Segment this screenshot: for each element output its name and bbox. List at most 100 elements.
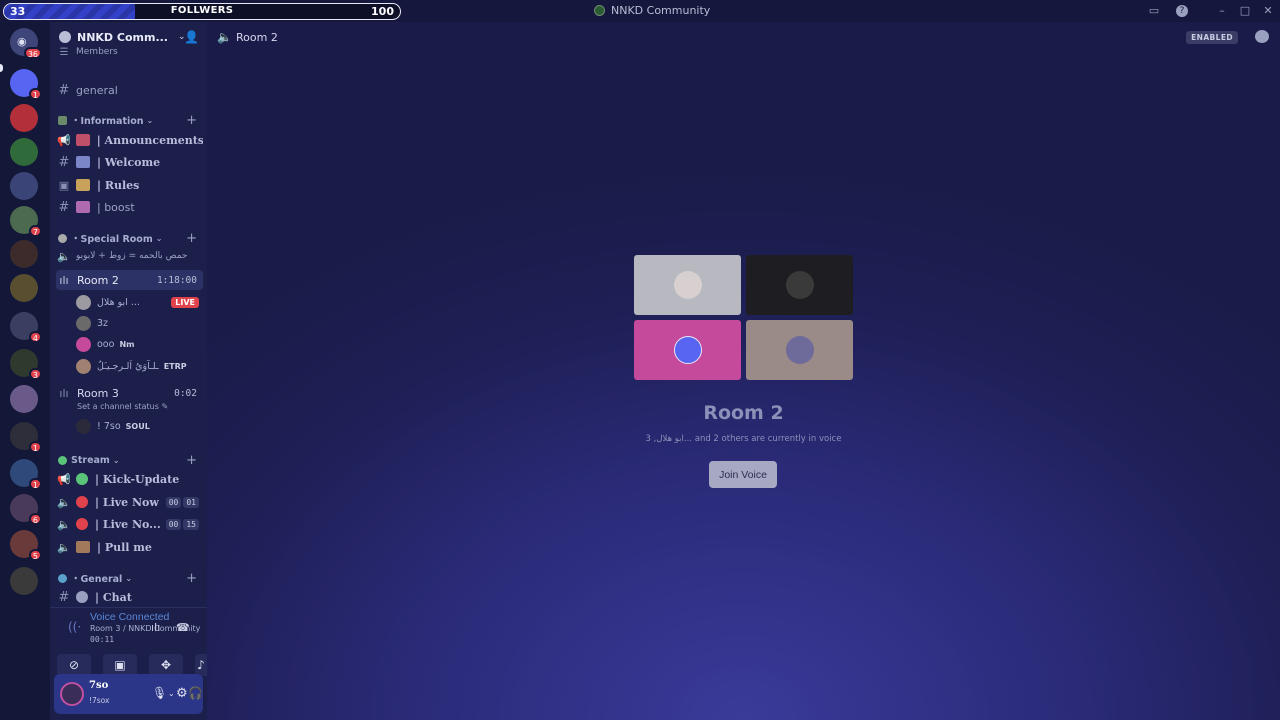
channel-welcome[interactable]: # | Welcome [56, 152, 203, 172]
screen-share-button[interactable]: ▣ [103, 654, 137, 676]
participant-tile-4[interactable] [746, 320, 853, 380]
speaker-icon: 🔈 [57, 517, 71, 531]
server-icon-10[interactable] [10, 385, 38, 413]
maximize-icon[interactable]: □ [1238, 4, 1252, 18]
channel-live-now-2[interactable]: 🔈 | Live No... 00 15 [56, 514, 203, 534]
channel-label: | Welcome [97, 155, 161, 169]
soundboard-icon: ♪ [197, 658, 205, 672]
hashtag-icon: # [58, 199, 70, 215]
guild-tag: SOUL [125, 421, 150, 431]
inbox-icon[interactable]: ▭ [1147, 4, 1161, 18]
screen-share-icon: ▣ [114, 658, 126, 672]
user-count-value: 00 [165, 518, 182, 530]
voice-user-name: ـلـآوَيُ اَلـرجـيـَلُ [97, 360, 159, 372]
voice-user[interactable]: 3z [76, 313, 201, 333]
user-avatar[interactable] [60, 682, 84, 706]
invite-people-icon[interactable]: 👤 [184, 30, 199, 44]
server-icon-14[interactable]: 5 [10, 530, 42, 561]
app-title: NNKD Community [594, 4, 710, 17]
participant-tile-2[interactable] [746, 255, 853, 315]
channel-emoji-icon [76, 518, 88, 530]
enabled-badge[interactable]: ENABLED [1186, 31, 1238, 44]
channel-sidebar: NNKD Comm... ⌄ 👤 ☰ Members # general ・In… [50, 22, 207, 720]
avatar [76, 336, 91, 352]
voice-user[interactable]: ـلـآوَيُ اَلـرجـيـَلُ ETRP [76, 356, 201, 376]
server-icon-6[interactable] [10, 240, 38, 268]
add-channel-icon[interactable]: + [186, 231, 197, 246]
chat-icon[interactable] [1255, 30, 1269, 43]
server-icon-7[interactable] [10, 274, 38, 302]
hashtag-icon: # [58, 82, 70, 98]
add-channel-icon[interactable]: + [186, 571, 197, 586]
add-channel-icon[interactable]: + [186, 453, 197, 468]
soundboard-button[interactable]: ♪ [195, 654, 207, 676]
server-icon-2[interactable] [10, 104, 38, 132]
server-icon-4[interactable] [10, 172, 38, 200]
server-icon-5[interactable]: 7 [10, 206, 42, 237]
user-limit-value: 15 [183, 518, 199, 530]
server-icon-12[interactable]: 1 [10, 459, 42, 490]
headphones-icon[interactable]: 🎧 [188, 686, 203, 700]
channel-status[interactable]: Set a channel status ✎ [77, 402, 168, 411]
server-icon-8[interactable]: 4 [10, 312, 42, 343]
voice-user[interactable]: ooo Nm [76, 334, 201, 354]
hashtag-icon: # [58, 154, 70, 170]
participant-tile-3[interactable] [634, 320, 741, 380]
chevron-down-icon[interactable]: ⌄ [168, 689, 175, 698]
help-icon[interactable]: ? [1176, 5, 1188, 17]
chevron-down-icon: ⌄ [155, 233, 163, 243]
voice-user[interactable]: ! 7so SOUL [76, 416, 201, 436]
megaphone-icon: 📢 [57, 133, 71, 147]
channel-label: Members [76, 47, 118, 57]
channel-live-now-1[interactable]: 🔈 | Live Now 00 01 [56, 492, 203, 512]
join-voice-button[interactable]: Join Voice [709, 461, 777, 488]
user-name[interactable]: 7so [89, 680, 108, 691]
rules-icon: ▣ [58, 178, 70, 192]
channel-emoji-icon [76, 496, 88, 508]
noise-suppression-icon[interactable]: ıIı [151, 621, 160, 634]
category-icon [58, 573, 67, 583]
close-icon[interactable]: ✕ [1261, 4, 1275, 18]
category-general[interactable]: ・General ⌄ + [58, 570, 201, 586]
server-icon-1[interactable]: 1 [10, 69, 42, 100]
channel-arabic-room[interactable]: 🔈 حمص بالحمه = زوط + لابوبو [56, 246, 203, 266]
channel-members[interactable]: ☰ Members [56, 46, 203, 58]
channel-kick-update[interactable]: 📢 | Kick-Update [56, 469, 203, 489]
category-icon [58, 115, 67, 125]
disconnect-icon[interactable]: ☎ [176, 621, 190, 634]
category-stream[interactable]: Stream ⌄ + [58, 452, 201, 468]
minimize-icon[interactable]: – [1215, 4, 1229, 18]
server-icon-11[interactable]: 1 [10, 422, 42, 453]
channel-label: | Announcements [96, 133, 203, 147]
unread-indicator [0, 64, 3, 72]
server-icon-15[interactable] [10, 567, 38, 595]
avatar [785, 271, 814, 299]
home-button[interactable]: ◉ 36 [10, 28, 42, 59]
add-channel-icon[interactable]: + [186, 113, 197, 128]
channel-chat[interactable]: # | Chat [56, 587, 203, 607]
channel-room-3[interactable]: ılı Room 3 0:02 [56, 383, 203, 403]
channel-pull-me[interactable]: 🔈 | Pull me [56, 537, 203, 557]
channel-rules[interactable]: ▣ | Rules [56, 175, 203, 195]
category-information[interactable]: ・Information ⌄ + [58, 112, 201, 128]
server-badge: 6 [28, 513, 42, 525]
user-count-value: 00 [165, 496, 182, 508]
signal-icon[interactable]: ((· [68, 620, 81, 634]
participant-tile-1[interactable] [634, 255, 741, 315]
camera-off-button[interactable]: ⊘ [57, 654, 91, 676]
server-icon-13[interactable]: 6 [10, 494, 42, 525]
server-icon-9[interactable]: 3 [10, 349, 42, 380]
channel-announcements[interactable]: 📢 | Announcements [56, 130, 203, 150]
voice-user[interactable]: ابو هلال ... LIVE [76, 292, 201, 312]
activities-button[interactable]: ✥ [149, 654, 183, 676]
chevron-down-icon[interactable]: ⌄ [157, 688, 164, 697]
category-special-room[interactable]: ・Special Room ⌄ + [58, 230, 201, 246]
settings-icon[interactable]: ⚙ [176, 686, 188, 701]
channel-boost[interactable]: # | boost [56, 197, 203, 217]
channel-general[interactable]: # general [56, 80, 203, 100]
channel-room-2[interactable]: ılı Room 2 1:18:00 [56, 270, 203, 290]
server-icon-3[interactable] [10, 138, 38, 166]
voice-user-name: ابو هلال ... [97, 296, 140, 308]
voice-user-name: 3z [97, 317, 109, 329]
followers-label: FOLLWERS [170, 5, 234, 16]
